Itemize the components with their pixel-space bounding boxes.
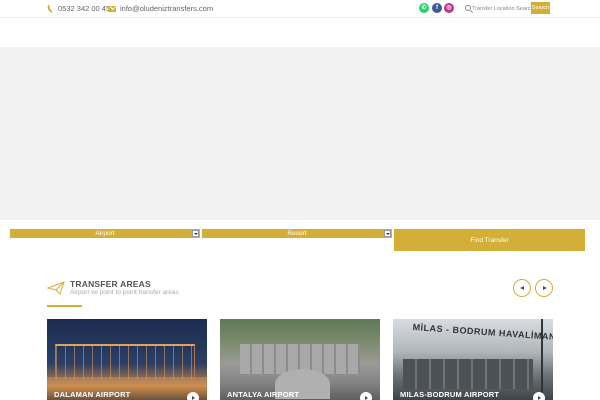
search-icon — [465, 5, 471, 11]
mail-icon — [108, 5, 116, 12]
card-photo — [403, 359, 533, 389]
find-transfer-button[interactable]: Find Transfer — [394, 229, 585, 251]
search-input[interactable] — [472, 3, 532, 14]
phone-contact[interactable]: 0532 342 00 45 — [46, 4, 111, 13]
area-card-dalaman[interactable]: DALAMAN AIRPORT — [47, 319, 207, 400]
card-title: MILAS-BODRUM AIRPORT — [400, 390, 500, 399]
carousel-next-button[interactable] — [535, 279, 553, 297]
email-address: info@oludeniztransfers.com — [120, 4, 214, 13]
arrow-right-icon — [543, 285, 547, 290]
card-arrow-button[interactable] — [360, 392, 372, 400]
phone-icon — [46, 4, 55, 13]
chevron-down-icon[interactable] — [192, 230, 199, 237]
search-button[interactable]: Search — [531, 2, 550, 14]
airport-select-label: Airport — [95, 230, 115, 237]
section-title: TRANSFER AREAS — [70, 279, 151, 289]
arrow-right-icon — [191, 395, 195, 400]
email-contact[interactable]: info@oludeniztransfers.com — [108, 4, 213, 13]
card-photo — [55, 344, 195, 379]
resort-select[interactable]: Resort — [202, 229, 392, 238]
card-title: ANTALYA AIRPORT — [227, 390, 300, 399]
card-title: DALAMAN AIRPORT — [54, 390, 131, 399]
arrow-right-icon — [537, 395, 541, 400]
resort-select-label: Resort — [287, 230, 307, 237]
card-photo-sign: MİLAS - BODRUM HAVALİMANI — [412, 322, 553, 343]
instagram-icon[interactable]: ◎ — [444, 3, 454, 13]
chevron-down-icon[interactable] — [384, 230, 391, 237]
section-divider — [47, 305, 82, 307]
card-arrow-button[interactable] — [187, 392, 199, 400]
section-subtitle: Airport ve point to point transfer areas — [70, 289, 179, 296]
phone-number: 0532 342 00 45 — [58, 4, 111, 13]
top-bar: 0532 342 00 45 info@oludeniztransfers.co… — [0, 0, 600, 18]
arrow-right-icon — [364, 395, 368, 400]
airport-select[interactable]: Airport — [10, 229, 200, 238]
paper-plane-icon — [47, 281, 65, 295]
hero-banner — [0, 47, 600, 220]
area-card-antalya[interactable]: ANTALYA AIRPORT — [220, 319, 380, 400]
carousel-prev-button[interactable] — [513, 279, 531, 297]
whatsapp-icon[interactable]: ✆ — [419, 3, 429, 13]
card-arrow-button[interactable] — [533, 392, 545, 400]
area-card-milas-bodrum[interactable]: MİLAS - BODRUM HAVALİMANI MILAS-BODRUM A… — [393, 319, 553, 400]
arrow-left-icon — [519, 285, 524, 290]
facebook-icon[interactable]: f — [432, 3, 442, 13]
